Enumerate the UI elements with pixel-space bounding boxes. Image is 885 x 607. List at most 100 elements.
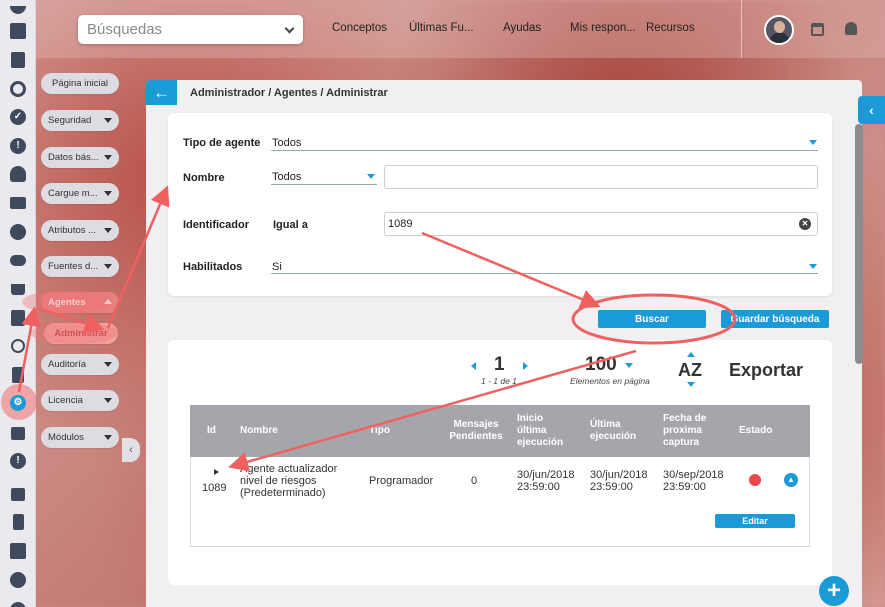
nav-mis-responsabilidades[interactable]: Mis respon... — [570, 22, 636, 34]
menu-auditoria[interactable]: Auditoría — [41, 354, 119, 375]
page-number: 1 — [494, 354, 505, 375]
chart-icon[interactable] — [8, 541, 28, 561]
gear-icon[interactable]: ⚙ — [8, 393, 28, 413]
th-mensajes-pendientes[interactable]: Mensajes Pendientes — [448, 419, 504, 443]
monitor-icon[interactable] — [8, 193, 28, 213]
add-button[interactable]: + — [819, 576, 849, 606]
th-id[interactable]: Id — [207, 425, 216, 437]
sort-asc-icon[interactable] — [687, 352, 695, 357]
guardar-busqueda-button[interactable]: Guardar búsqueda — [721, 310, 829, 328]
nav-recursos[interactable]: Recursos — [646, 22, 695, 34]
menu-modulos[interactable]: Módulos — [41, 427, 119, 448]
habilitados-select[interactable]: Si — [272, 261, 282, 273]
search-box[interactable] — [78, 15, 303, 44]
refresh-icon[interactable] — [8, 79, 28, 99]
back-button[interactable]: ← — [146, 80, 177, 105]
cell-line: 30/jun/2018 — [517, 469, 575, 481]
th-tipo[interactable]: Tipo — [369, 425, 390, 437]
export-button[interactable]: Exportar — [729, 360, 803, 381]
caret-down-icon — [104, 435, 112, 440]
calendar-icon[interactable] — [811, 23, 824, 36]
sort-desc-icon[interactable] — [687, 382, 695, 387]
identificador-operator[interactable]: Igual a — [273, 219, 308, 231]
bell-icon[interactable] — [845, 22, 857, 35]
warning-icon[interactable]: ! — [8, 451, 28, 471]
page-range: 1 - 1 de 1 — [481, 376, 517, 386]
clear-icon[interactable]: ✕ — [799, 218, 811, 230]
menu-pagina-inicial[interactable]: Página inicial — [41, 73, 119, 94]
sliders-icon[interactable] — [8, 570, 28, 590]
menu-label: Datos bás... — [48, 152, 99, 163]
menu-agentes[interactable]: Agentes — [41, 292, 119, 313]
sort-toggle[interactable]: AZ — [678, 360, 702, 381]
menu-label: Módulos — [48, 432, 84, 443]
nombre-operator-select[interactable]: Todos — [272, 171, 301, 183]
menu-label: Licencia — [48, 395, 83, 406]
plus-icon[interactable] — [8, 21, 28, 41]
caret-down-icon[interactable] — [809, 264, 817, 269]
menu-atributos[interactable]: Atributos ... — [41, 220, 119, 241]
cell-line: nivel de riesgos — [240, 475, 317, 487]
users-icon[interactable] — [8, 164, 28, 184]
scrollbar[interactable] — [855, 124, 863, 364]
search-input[interactable] — [78, 15, 268, 44]
menu-fuentes-datos[interactable]: Fuentes d... — [41, 256, 119, 277]
list-icon[interactable] — [8, 365, 28, 385]
menu-label: Auditoría — [48, 359, 87, 370]
right-panel-toggle[interactable]: ‹ — [858, 96, 885, 124]
cart-icon[interactable] — [8, 279, 28, 299]
calendar-icon[interactable] — [8, 308, 28, 328]
collapse-menu-button[interactable]: ‹ — [122, 438, 140, 462]
plus-icon: + — [826, 577, 841, 604]
prev-page-icon[interactable] — [471, 362, 476, 370]
menu-administrar[interactable]: Administrar — [44, 323, 118, 344]
caret-down-icon[interactable] — [625, 363, 633, 368]
next-page-icon[interactable] — [523, 362, 528, 370]
cell-nombre: Agente actualizador nivel de riesgos (Pr… — [240, 463, 337, 499]
nav-ayudas[interactable]: Ayudas — [503, 22, 541, 34]
menu-label: Administrar — [54, 328, 108, 339]
menu-licencia[interactable]: Licencia — [41, 390, 119, 411]
chess-icon[interactable] — [8, 512, 28, 532]
menu-datos-basicos[interactable]: Datos bás... — [41, 147, 119, 168]
caret-down-icon[interactable] — [809, 140, 817, 145]
editar-button[interactable]: Editar — [715, 514, 795, 528]
buscar-button[interactable]: Buscar — [598, 310, 706, 328]
nav-conceptos[interactable]: Conceptos — [332, 22, 387, 34]
caret-down-icon — [104, 264, 112, 269]
per-page-select[interactable]: 100 — [585, 354, 617, 376]
th-ultima-ejecucion[interactable]: Última ejecución — [590, 419, 636, 443]
partial-icon[interactable] — [8, 0, 28, 20]
th-nombre[interactable]: Nombre — [240, 425, 278, 437]
document-icon[interactable] — [8, 50, 28, 70]
partial-bottom-icon[interactable] — [8, 597, 28, 607]
cell-line: 30/sep/2018 — [663, 469, 724, 481]
th-inicio-ultima-ejecucion[interactable]: Inicio última ejecución — [517, 413, 563, 449]
alert-icon[interactable]: ! — [8, 136, 28, 156]
check-icon[interactable]: ✓ — [8, 107, 28, 127]
cell-line: 23:59:00 — [663, 481, 706, 493]
cell-tipo: Programador — [369, 475, 434, 487]
th-estado[interactable]: Estado — [739, 425, 772, 437]
caret-down-icon — [104, 228, 112, 233]
cloud-icon[interactable] — [8, 250, 28, 270]
row-expand-icon[interactable] — [214, 469, 219, 475]
chevron-up-icon[interactable]: ▲ — [784, 473, 798, 487]
briefcase-icon[interactable] — [8, 423, 28, 443]
th-line: proxima — [663, 425, 702, 436]
caret-down-icon[interactable] — [367, 174, 375, 179]
identificador-input[interactable] — [384, 212, 818, 236]
menu-seguridad[interactable]: Seguridad — [41, 110, 119, 131]
th-fecha-proxima-captura[interactable]: Fecha de proxima captura — [663, 413, 706, 449]
nombre-input[interactable] — [384, 165, 818, 189]
network-icon[interactable] — [8, 336, 28, 356]
menu-cargue-masivo[interactable]: Cargue m... — [41, 183, 119, 204]
avatar[interactable] — [764, 15, 794, 45]
tipo-agente-underline — [271, 150, 818, 151]
tipo-agente-select[interactable]: Todos — [272, 137, 301, 149]
chevron-down-icon[interactable] — [284, 23, 295, 34]
home-icon[interactable] — [8, 484, 28, 504]
cell-line: 23:59:00 — [590, 481, 633, 493]
nav-ultimas-funcionalidades[interactable]: Últimas Fu... — [409, 22, 474, 34]
clock-icon[interactable] — [8, 222, 28, 242]
